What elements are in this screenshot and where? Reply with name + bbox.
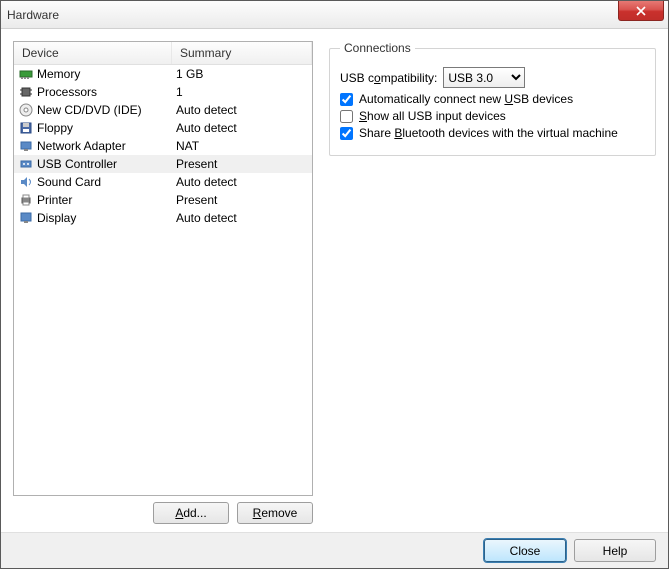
- left-panel: Device Summary Memory1 GBProcessors1New …: [13, 41, 313, 524]
- device-row-usb[interactable]: USB ControllerPresent: [14, 155, 312, 173]
- help-button[interactable]: Help: [574, 539, 656, 562]
- share-bt-label[interactable]: Share Bluetooth devices with the virtual…: [359, 126, 618, 140]
- show-all-checkbox[interactable]: [340, 110, 353, 123]
- device-row-floppy[interactable]: FloppyAuto detect: [14, 119, 312, 137]
- window-title: Hardware: [7, 8, 59, 22]
- device-name: Network Adapter: [37, 139, 172, 153]
- device-row-memory[interactable]: Memory1 GB: [14, 65, 312, 83]
- usb-compat-label: USB compatibility:: [340, 71, 437, 85]
- add-button[interactable]: Add...: [153, 502, 229, 524]
- device-summary: Auto detect: [172, 211, 308, 225]
- content-area: Device Summary Memory1 GBProcessors1New …: [1, 29, 668, 568]
- device-row-disc[interactable]: New CD/DVD (IDE)Auto detect: [14, 101, 312, 119]
- device-row-display[interactable]: DisplayAuto detect: [14, 209, 312, 227]
- hardware-window: Hardware Device Summary Memory1 GBProces…: [0, 0, 669, 569]
- device-name: Printer: [37, 193, 172, 207]
- titlebar: Hardware: [1, 1, 668, 29]
- show-all-row: Show all USB input devices: [340, 109, 645, 123]
- device-summary: Auto detect: [172, 103, 308, 117]
- device-row-network[interactable]: Network AdapterNAT: [14, 137, 312, 155]
- device-summary: 1 GB: [172, 67, 308, 81]
- network-icon: [18, 138, 34, 154]
- list-body: Memory1 GBProcessors1New CD/DVD (IDE)Aut…: [14, 65, 312, 227]
- auto-connect-row: Automatically connect new USB devices: [340, 92, 645, 106]
- close-icon: [636, 6, 646, 16]
- disc-icon: [18, 102, 34, 118]
- device-name: USB Controller: [37, 157, 172, 171]
- left-buttons: Add... Remove: [13, 502, 313, 524]
- connections-group: Connections USB compatibility: USB 3.0 A…: [329, 41, 656, 156]
- show-all-label[interactable]: Show all USB input devices: [359, 109, 506, 123]
- device-summary: Present: [172, 193, 308, 207]
- share-bt-checkbox[interactable]: [340, 127, 353, 140]
- remove-button[interactable]: Remove: [237, 502, 313, 524]
- panels: Device Summary Memory1 GBProcessors1New …: [13, 41, 656, 524]
- device-summary: 1: [172, 85, 308, 99]
- device-list[interactable]: Device Summary Memory1 GBProcessors1New …: [13, 41, 313, 496]
- column-summary[interactable]: Summary: [172, 42, 312, 64]
- device-row-cpu[interactable]: Processors1: [14, 83, 312, 101]
- device-summary: Present: [172, 157, 308, 171]
- device-row-printer[interactable]: PrinterPresent: [14, 191, 312, 209]
- device-name: Sound Card: [37, 175, 172, 189]
- memory-icon: [18, 66, 34, 82]
- device-name: New CD/DVD (IDE): [37, 103, 172, 117]
- right-panel: Connections USB compatibility: USB 3.0 A…: [329, 41, 656, 524]
- cpu-icon: [18, 84, 34, 100]
- device-row-sound[interactable]: Sound CardAuto detect: [14, 173, 312, 191]
- device-summary: Auto detect: [172, 121, 308, 135]
- auto-connect-checkbox[interactable]: [340, 93, 353, 106]
- close-button[interactable]: Close: [484, 539, 566, 562]
- device-name: Memory: [37, 67, 172, 81]
- list-header: Device Summary: [14, 42, 312, 65]
- device-name: Display: [37, 211, 172, 225]
- usb-compat-row: USB compatibility: USB 3.0: [340, 67, 645, 88]
- sound-icon: [18, 174, 34, 190]
- window-close-button[interactable]: [618, 1, 664, 21]
- device-name: Floppy: [37, 121, 172, 135]
- display-icon: [18, 210, 34, 226]
- auto-connect-label[interactable]: Automatically connect new USB devices: [359, 92, 573, 106]
- floppy-icon: [18, 120, 34, 136]
- device-summary: Auto detect: [172, 175, 308, 189]
- footer: Close Help: [1, 532, 668, 568]
- device-name: Processors: [37, 85, 172, 99]
- usb-icon: [18, 156, 34, 172]
- connections-legend: Connections: [340, 41, 415, 55]
- column-device[interactable]: Device: [14, 42, 172, 64]
- usb-compat-select[interactable]: USB 3.0: [443, 67, 525, 88]
- printer-icon: [18, 192, 34, 208]
- device-summary: NAT: [172, 139, 308, 153]
- share-bt-row: Share Bluetooth devices with the virtual…: [340, 126, 645, 140]
